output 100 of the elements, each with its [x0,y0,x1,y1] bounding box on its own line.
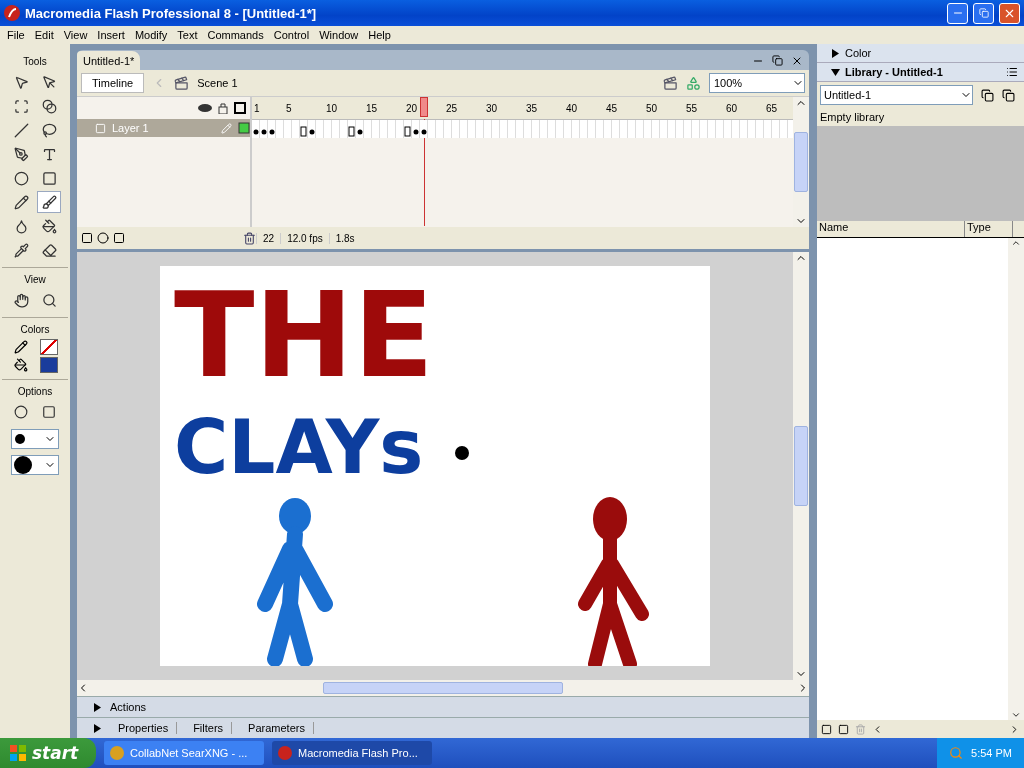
column-header[interactable]: Name [817,221,965,237]
clock: 5:54 PM [971,747,1012,759]
restore-icon[interactable] [772,55,783,66]
brush-shape-dropdown[interactable] [11,455,59,475]
panel-tab[interactable]: Parameters [240,722,314,734]
hand-icon [13,292,29,308]
flash-logo-icon [4,5,20,21]
droplet-icon [13,218,29,234]
section-title: Colors [20,323,50,337]
menu-item[interactable]: Window [314,26,364,44]
gradient-icon [41,98,57,114]
panel-title: Actions [110,701,147,713]
menu-item[interactable]: Help [363,26,396,44]
clapperboard-icon[interactable] [663,75,678,91]
section-title: View [24,273,46,287]
fill-color-swatch[interactable] [40,357,58,373]
frame-number: 40 [566,103,578,114]
dot-icon [14,433,26,445]
panel-tab[interactable]: Properties [110,722,178,734]
menu-item[interactable]: Text [172,26,203,44]
scroll-down-icon[interactable] [1011,710,1021,720]
text-tool-icon [41,146,57,162]
menu-item[interactable]: Modify [129,26,173,44]
frame-number: 65 [766,103,778,114]
menu-item[interactable]: Edit [29,26,59,44]
dot-drawing [455,446,469,460]
scene-label: Scene 1 [197,77,238,89]
frame-number: 20 [406,103,418,114]
outline-icon[interactable] [234,102,246,114]
panel-tab[interactable]: Filters [185,722,233,734]
paint-bucket-icon [14,358,28,372]
minimize-button[interactable] [947,2,968,24]
trash-icon[interactable] [243,231,256,245]
frame-rate: 12.0 fps [280,232,329,244]
frame-number: 25 [446,103,458,114]
frame-number: 1 [254,103,260,114]
menu-item[interactable]: Commands [202,26,269,44]
timeline-button[interactable]: Timeline [81,73,145,93]
circle-icon [13,170,29,186]
arrow-icon [13,74,29,90]
column-header[interactable]: Type [965,221,1013,237]
library-panel-header[interactable]: Library - Untitled-1 [817,63,1024,82]
outline-color-icon [238,122,250,134]
close-button[interactable] [999,2,1020,24]
paint-bucket-icon [41,218,57,234]
menu-item[interactable]: File [2,26,30,44]
pencil-icon [13,194,29,210]
stroke-color-swatch[interactable] [40,339,58,355]
frame-strip[interactable] [252,120,793,138]
restore-button[interactable] [973,2,994,24]
eyedropper-icon [13,242,29,258]
section-title: Tools [23,55,47,69]
library-dropdown[interactable]: Untitled-1 [820,85,973,105]
pencil-icon [221,122,232,134]
lock-icon[interactable] [218,102,228,114]
taskbar-button[interactable]: Macromedia Flash Pro... [272,741,432,765]
eye-icon[interactable] [198,103,212,113]
frame-number: 55 [686,103,698,114]
expand-arrow-icon [93,723,102,733]
painted-text: CLAYs [174,404,424,490]
restore-icon [978,8,989,18]
zoom-dropdown[interactable]: 100% [709,73,805,93]
document-tab[interactable]: Untitled-1* [77,51,141,70]
close-icon[interactable] [791,55,803,67]
frame-number: 15 [366,103,378,114]
expand-arrow-icon [831,48,840,58]
brush-tool-button[interactable] [37,191,61,213]
brush-icon [41,194,57,210]
brush-size-dropdown[interactable] [11,429,59,449]
taskbar-button[interactable]: CollabNet SearXNG - ... [104,741,264,765]
section-title: Options [17,385,53,399]
expand-arrow-icon [93,702,102,712]
line-icon [13,122,29,138]
menu-item[interactable]: Control [268,26,315,44]
layer-name: Layer 1 [112,122,150,134]
scrollbar-thumb[interactable] [323,682,563,694]
scroll-up-icon[interactable] [1011,238,1021,248]
frame-number: 60 [726,103,738,114]
frame-number: 35 [526,103,538,114]
pencil-icon [14,340,28,354]
square-icon [42,405,56,419]
painted-text: THE [174,266,434,404]
scrollbar-thumb[interactable] [794,426,808,506]
menu-icon[interactable] [1006,66,1018,78]
actions-panel-bar[interactable]: Actions [77,696,809,717]
scrollbar-thumb[interactable] [794,132,808,192]
square-icon [41,170,57,186]
menu-item[interactable]: Insert [92,26,130,44]
windows-logo-icon [10,745,26,761]
menu-item[interactable]: View [58,26,93,44]
magnifier-icon [41,292,57,308]
app-icon [110,746,124,760]
circle-icon [14,405,28,419]
dot-icon [14,456,32,474]
frame-number: 10 [326,103,338,114]
start-button[interactable]: start [0,738,96,768]
frame-number: 5 [286,103,292,114]
elapsed-time: 1.8s [328,232,361,244]
pen-icon [13,146,29,162]
color-panel-header[interactable]: Color [817,44,1024,63]
